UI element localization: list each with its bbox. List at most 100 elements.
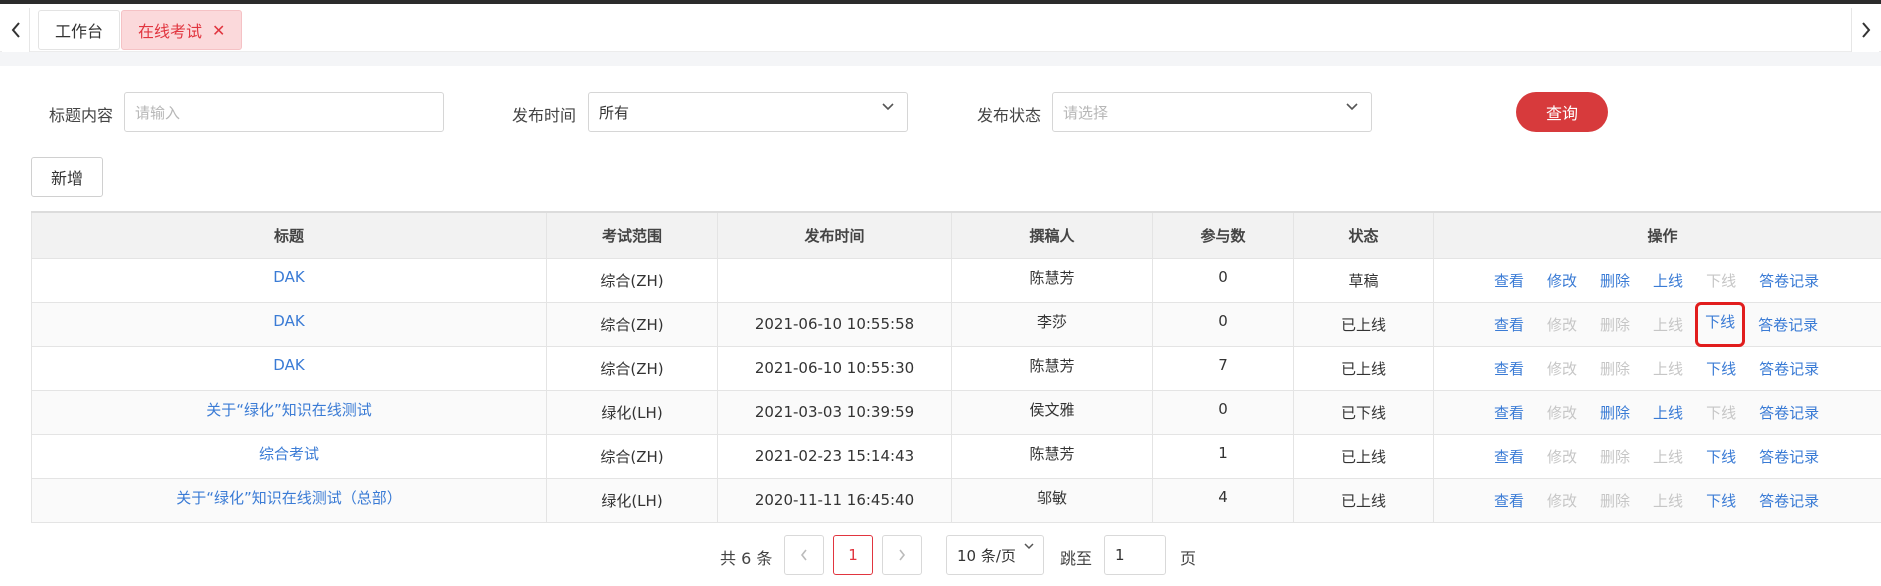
table-row: DAK 综合(ZH) 陈慧芳 0 草稿 查看 修改 删除 上线 下线 答卷记录 bbox=[31, 257, 1881, 303]
author-name: 陈慧芳 bbox=[1029, 444, 1075, 463]
cell-author: 侯文雅 bbox=[951, 389, 1153, 435]
add-button[interactable]: 新增 bbox=[31, 157, 103, 197]
column-header-title: 标题 bbox=[31, 211, 547, 259]
column-header-actions: 操作 bbox=[1433, 211, 1881, 259]
jump-to-page-input[interactable]: 1 bbox=[1104, 535, 1166, 575]
participant-count: 4 bbox=[1218, 488, 1228, 506]
title-search-input[interactable]: 请输入 bbox=[124, 92, 444, 132]
cell-participants: 7 bbox=[1152, 345, 1294, 391]
cell-participants: 1 bbox=[1152, 433, 1294, 479]
answer-records-link[interactable]: 答卷记录 bbox=[1759, 402, 1819, 423]
cell-scope: 综合(ZH) bbox=[546, 257, 718, 303]
cell-actions: 查看 修改 删除 上线 下线 答卷记录 bbox=[1433, 433, 1881, 479]
offline-link[interactable]: 下线 bbox=[1706, 358, 1736, 379]
tab-online-exam-label: 在线考试 bbox=[138, 22, 203, 41]
publish-status-select[interactable]: 请选择 bbox=[1052, 92, 1372, 132]
cell-publish-time: 2021-03-03 10:39:59 bbox=[717, 389, 952, 435]
table-header-row: 标题 考试范围 发布时间 撰稿人 参与数 状态 操作 bbox=[31, 211, 1881, 259]
cell-status: 已上线 bbox=[1293, 345, 1434, 391]
cell-participants: 4 bbox=[1152, 477, 1294, 523]
answer-records-link[interactable]: 答卷记录 bbox=[1759, 358, 1819, 379]
cell-author: 邬敏 bbox=[951, 477, 1153, 523]
cell-title: DAK bbox=[31, 345, 547, 391]
cell-publish-time: 2021-06-10 10:55:58 bbox=[717, 301, 952, 347]
cell-status: 草稿 bbox=[1293, 257, 1434, 303]
author-name: 李莎 bbox=[1036, 312, 1067, 331]
delete-link: 删除 bbox=[1600, 315, 1631, 334]
tab-online-exam[interactable]: 在线考试 ✕ bbox=[121, 10, 243, 50]
cell-title: 关于“绿化”知识在线测试（总部） bbox=[31, 477, 547, 523]
author-name: 侯文雅 bbox=[1029, 400, 1075, 419]
publish-time-select[interactable]: 所有 bbox=[588, 92, 908, 132]
close-icon[interactable]: ✕ bbox=[212, 21, 225, 40]
publish-status-label: 发布状态 bbox=[977, 106, 1042, 125]
exam-title-link[interactable]: 综合考试 bbox=[259, 445, 319, 463]
table-row: 关于“绿化”知识在线测试 绿化(LH) 2021-03-03 10:39:59 … bbox=[31, 389, 1881, 435]
column-header-status: 状态 bbox=[1293, 211, 1434, 259]
query-button[interactable]: 查询 bbox=[1516, 92, 1608, 132]
cell-participants: 0 bbox=[1152, 389, 1294, 435]
view-link[interactable]: 查看 bbox=[1494, 446, 1524, 467]
tab-scroll-right-button[interactable] bbox=[1851, 8, 1879, 52]
online-link[interactable]: 上线 bbox=[1653, 270, 1683, 291]
cell-status: 已上线 bbox=[1293, 433, 1434, 479]
cell-publish-time: 2021-06-10 10:55:30 bbox=[717, 345, 952, 391]
view-link[interactable]: 查看 bbox=[1494, 270, 1524, 291]
answer-records-link[interactable]: 答卷记录 bbox=[1758, 314, 1818, 335]
prev-page-button[interactable] bbox=[784, 535, 824, 575]
author-name: 陈慧芳 bbox=[1029, 268, 1075, 287]
delete-link: 删除 bbox=[1600, 359, 1631, 378]
answer-records-link[interactable]: 答卷记录 bbox=[1759, 446, 1819, 467]
offline-link[interactable]: 下线 bbox=[1706, 446, 1736, 467]
publish-time-value: 所有 bbox=[599, 103, 630, 122]
author-name: 邬敏 bbox=[1036, 488, 1067, 507]
participant-count: 0 bbox=[1218, 400, 1228, 418]
cell-title: DAK bbox=[31, 301, 547, 347]
cell-scope: 绿化(LH) bbox=[546, 477, 718, 523]
participant-count: 7 bbox=[1218, 356, 1228, 374]
cell-title: DAK bbox=[31, 257, 547, 303]
table-row: 综合考试 综合(ZH) 2021-02-23 15:14:43 陈慧芳 1 已上… bbox=[31, 433, 1881, 479]
exam-title-link[interactable]: 关于“绿化”知识在线测试 bbox=[206, 401, 372, 419]
delete-link[interactable]: 删除 bbox=[1600, 270, 1630, 291]
cell-participants: 0 bbox=[1152, 301, 1294, 347]
offline-link[interactable]: 下线 bbox=[1695, 301, 1746, 347]
chevron-down-icon bbox=[882, 103, 894, 111]
cell-author: 陈慧芳 bbox=[951, 345, 1153, 391]
page-unit-label: 页 bbox=[1180, 549, 1197, 568]
author-name: 陈慧芳 bbox=[1029, 356, 1075, 375]
view-link[interactable]: 查看 bbox=[1494, 490, 1524, 511]
edit-link: 修改 bbox=[1547, 447, 1578, 466]
exam-title-link[interactable]: 关于“绿化”知识在线测试（总部） bbox=[176, 489, 402, 507]
exam-title-link[interactable]: DAK bbox=[273, 356, 304, 374]
column-header-publish-time: 发布时间 bbox=[717, 211, 952, 259]
edit-link[interactable]: 修改 bbox=[1547, 270, 1577, 291]
next-page-button[interactable] bbox=[882, 535, 922, 575]
exam-table: 标题 考试范围 发布时间 撰稿人 参与数 状态 操作 DAK 综合(ZH) 陈慧… bbox=[31, 211, 1881, 523]
online-link: 上线 bbox=[1653, 447, 1684, 466]
page-number-current[interactable]: 1 bbox=[833, 535, 873, 575]
view-link[interactable]: 查看 bbox=[1494, 358, 1524, 379]
page-size-select[interactable]: 10 条/页 bbox=[946, 535, 1044, 575]
online-link: 上线 bbox=[1653, 491, 1684, 510]
pagination-total: 共 6 条 bbox=[720, 549, 773, 568]
cell-actions: 查看 修改 删除 上线 下线 答卷记录 bbox=[1433, 257, 1881, 303]
cell-publish-time bbox=[717, 257, 952, 303]
answer-records-link[interactable]: 答卷记录 bbox=[1759, 270, 1819, 291]
cell-actions: 查看 修改 删除 上线 下线 答卷记录 bbox=[1433, 389, 1881, 435]
cell-publish-time: 2020-11-11 16:45:40 bbox=[717, 477, 952, 523]
offline-link[interactable]: 下线 bbox=[1706, 490, 1736, 511]
table-row: DAK 综合(ZH) 2021-06-10 10:55:30 陈慧芳 7 已上线… bbox=[31, 345, 1881, 391]
view-link[interactable]: 查看 bbox=[1494, 402, 1524, 423]
cell-scope: 综合(ZH) bbox=[546, 433, 718, 479]
tab-workbench[interactable]: 工作台 bbox=[38, 10, 121, 50]
publish-status-placeholder: 请选择 bbox=[1063, 103, 1109, 122]
delete-link[interactable]: 删除 bbox=[1600, 402, 1630, 423]
answer-records-link[interactable]: 答卷记录 bbox=[1759, 490, 1819, 511]
cell-status: 已下线 bbox=[1293, 389, 1434, 435]
online-link[interactable]: 上线 bbox=[1653, 402, 1683, 423]
tab-scroll-left-button[interactable] bbox=[2, 8, 30, 52]
view-link[interactable]: 查看 bbox=[1494, 314, 1524, 335]
exam-title-link[interactable]: DAK bbox=[273, 268, 304, 286]
exam-title-link[interactable]: DAK bbox=[273, 312, 304, 330]
